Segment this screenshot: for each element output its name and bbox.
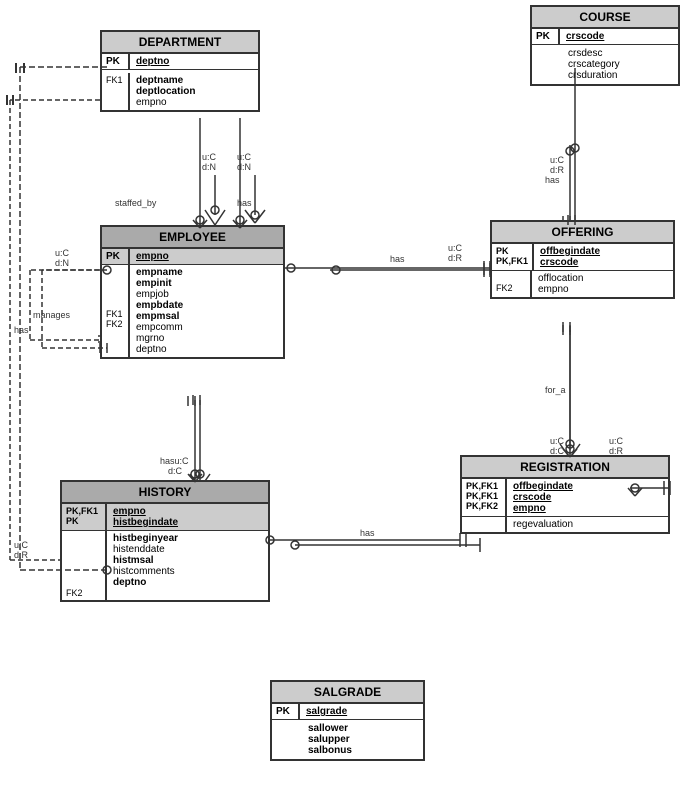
salgrade-salgrade: salgrade (306, 706, 347, 717)
label-has-course-offering: has (545, 175, 560, 185)
label-has-dept-emp: has (237, 198, 252, 208)
dept-empno: empno (136, 97, 195, 108)
ann-uc-off-reg1: u:C (609, 436, 623, 446)
history-pk-attrs: empno histbegindate (107, 504, 184, 530)
entity-offering: OFFERING PK PK,FK1 offbegindate crscode … (490, 220, 675, 299)
label-for-a: for_a (545, 385, 566, 395)
ann-uc-dept-emp: u:C (202, 152, 216, 162)
hist-deptno: deptno (113, 577, 178, 588)
history-attrs: histbeginyear histenddate histmsal histc… (107, 531, 184, 600)
course-title: COURSE (579, 10, 630, 24)
entity-department: DEPARTMENT PK deptno FK1 deptname deptlo… (100, 30, 260, 112)
history-empno: empno (113, 506, 146, 517)
ann-dr-emp-offering: d:R (448, 253, 462, 263)
ann-dc-off-reg2: d:C (550, 446, 564, 456)
dept-deptno: deptno (136, 56, 169, 67)
salgrade-sallower: sallower (308, 723, 417, 734)
entity-salgrade: SALGRADE PK salgrade sallower salupper s… (270, 680, 425, 761)
entity-registration: REGISTRATION PK,FK1 PK,FK1 PK,FK2 offbeg… (460, 455, 670, 534)
reg-offbegindate: offbegindate (513, 481, 573, 492)
registration-header: REGISTRATION (462, 457, 668, 479)
label-has-emp-offering: has (390, 254, 405, 264)
dept-deptname: deptname (136, 75, 195, 86)
ann-uc-dept-has: u:C (237, 152, 251, 162)
offering-header: OFFERING (492, 222, 673, 244)
ann-dn-dept-emp: d:N (202, 162, 216, 172)
registration-title: REGISTRATION (520, 460, 610, 474)
offering-crscode: crscode (540, 257, 578, 268)
salgrade-header: SALGRADE (272, 682, 423, 704)
history-header: HISTORY (62, 482, 268, 504)
ann-hasu-c: hasu:C (160, 456, 189, 466)
reg-crscode: crscode (513, 492, 551, 503)
course-pk-label: PK (536, 31, 550, 42)
hist-histcomments: histcomments (113, 566, 178, 577)
course-attr-crsdesc: crsdesc (568, 48, 672, 59)
emp-empinit: empinit (136, 278, 183, 289)
history-histbegindate: histbegindate (113, 517, 178, 528)
reg-pk-attrs: offbegindate crscode empno (507, 479, 579, 516)
er-diagram: COURSE PK crscode crsdesc crscategory cr… (0, 0, 690, 803)
ann-uc-manages: u:C (55, 248, 69, 258)
label-has-history-reg: has (360, 528, 375, 538)
offering-offlocation: offlocation (538, 273, 583, 284)
hist-histmsal: histmsal (113, 555, 178, 566)
reg-regevaluation: regevaluation (513, 519, 573, 530)
course-attr-crsduration: crsduration (568, 70, 672, 81)
emp-empmsal: empmsal (136, 311, 183, 322)
salgrade-title: SALGRADE (314, 685, 381, 699)
department-title: DEPARTMENT (139, 35, 221, 49)
reg-empno: empno (513, 503, 546, 514)
course-crscode: crscode (566, 31, 604, 42)
emp-mgrno: mgrno (136, 333, 183, 344)
ann-uc-course-off: u:C (550, 155, 564, 165)
ann-dr-left: d:R (14, 550, 28, 560)
ann-uc-off-reg2: u:C (550, 436, 564, 446)
emp-attrs: empname empinit empjob empbdate empmsal … (130, 265, 189, 357)
reg-attrs: regevaluation (507, 517, 579, 532)
history-title: HISTORY (139, 485, 192, 499)
ann-uc-left: u:C (14, 540, 28, 550)
label-manages: manages (33, 310, 70, 320)
hist-histenddate: histenddate (113, 544, 178, 555)
entity-course: COURSE PK crscode crsdesc crscategory cr… (530, 5, 680, 86)
salgrade-salupper: salupper (308, 734, 417, 745)
ann-dr-off-reg1: d:R (609, 446, 623, 456)
hist-histbeginyear: histbeginyear (113, 533, 178, 544)
salgrade-attrs: sallower salupper salbonus (272, 720, 423, 759)
ann-dr-course-off: d:R (550, 165, 564, 175)
ann-uc-emp-offering: u:C (448, 243, 462, 253)
dept-deptlocation: deptlocation (136, 86, 195, 97)
emp-empcomm: empcomm (136, 322, 183, 333)
course-attr-crscategory: crscategory (568, 59, 672, 70)
ann-dc-emp-hist: d:C (168, 466, 182, 476)
dept-attrs: deptname deptlocation empno (130, 73, 201, 110)
emp-empname: empname (136, 267, 183, 278)
department-header: DEPARTMENT (102, 32, 258, 54)
employee-title: EMPLOYEE (159, 230, 226, 244)
salgrade-salbonus: salbonus (308, 745, 417, 756)
emp-empbdate: empbdate (136, 300, 183, 311)
offering-title: OFFERING (552, 225, 614, 239)
offering-offbegindate: offbegindate (540, 246, 600, 257)
entity-history: HISTORY PK,FK1 PK empno histbegindate FK… (60, 480, 270, 602)
course-header: COURSE (532, 7, 678, 29)
label-staffed-by: staffed_by (115, 198, 156, 208)
ann-dn-dept-has: d:N (237, 162, 251, 172)
ann-dn-manages: d:N (55, 258, 69, 268)
offering-empno: empno (538, 284, 583, 295)
emp-empno: empno (136, 251, 169, 262)
emp-deptno: deptno (136, 344, 183, 355)
emp-empjob: empjob (136, 289, 183, 300)
course-attrs: crsdesc crscategory crsduration (532, 45, 678, 84)
offering-attrs: offlocation empno (532, 271, 589, 297)
employee-header: EMPLOYEE (102, 227, 283, 249)
entity-employee: EMPLOYEE PK empno FK1 FK2 empname empini… (100, 225, 285, 359)
offering-pk-attrs: offbegindate crscode (534, 244, 606, 270)
label-has-dept-left: has (14, 325, 29, 335)
